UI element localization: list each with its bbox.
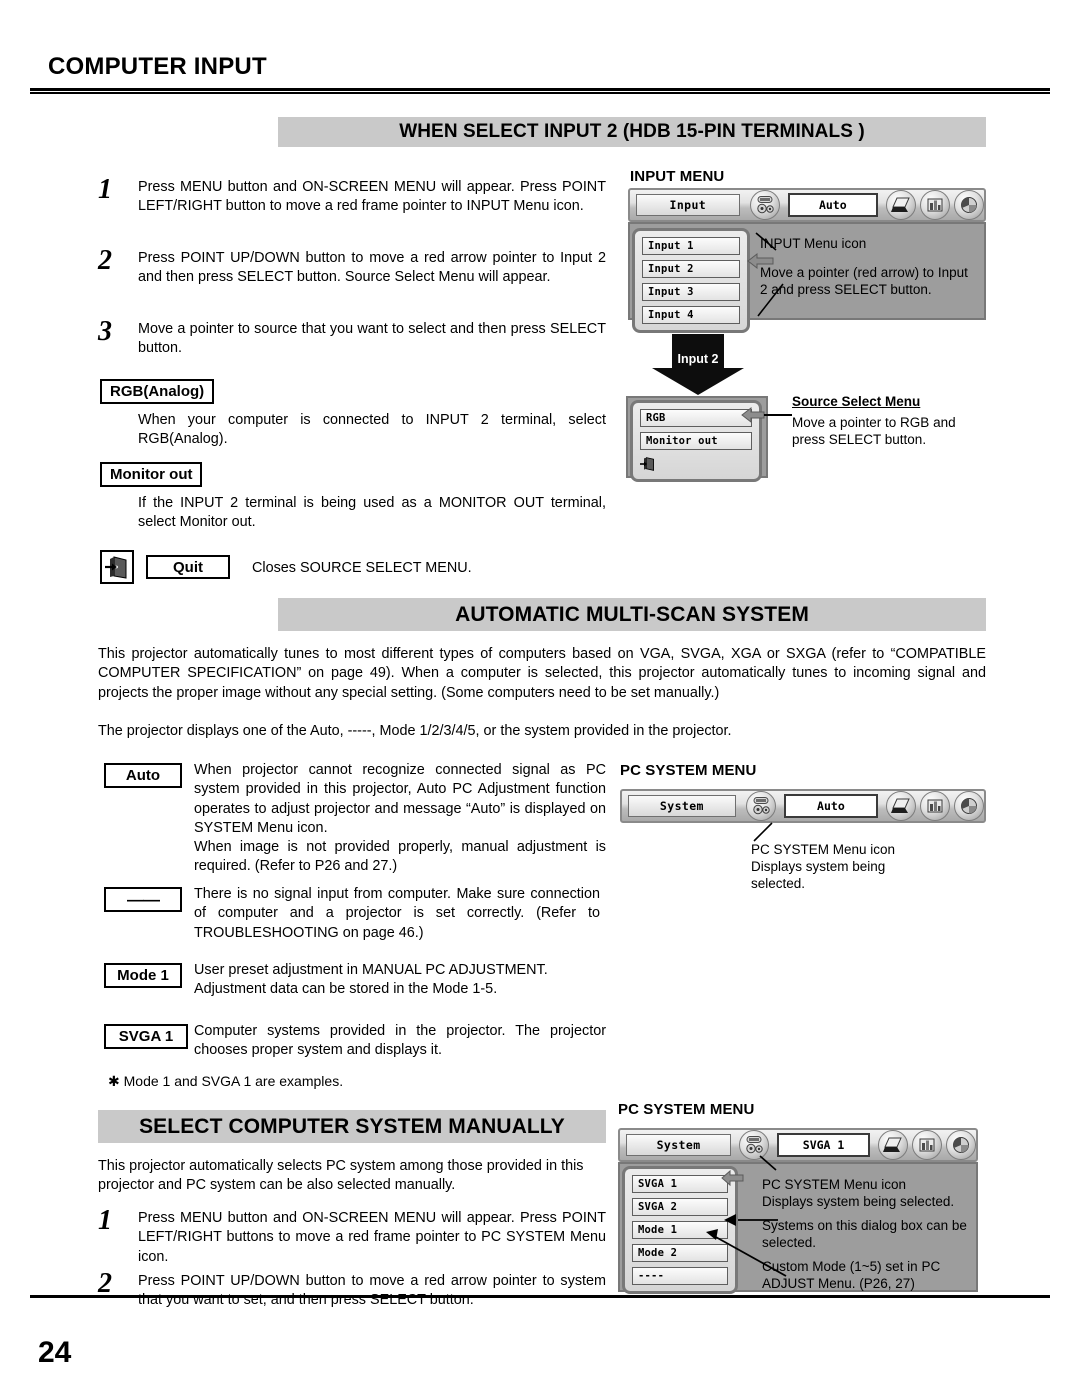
list-item[interactable]: Input 2 bbox=[642, 260, 740, 278]
no-signal-label: —— bbox=[104, 887, 182, 912]
system-tab-button[interactable]: System bbox=[628, 795, 736, 817]
step-text: Press MENU button and ON-SCREEN MENU wil… bbox=[138, 179, 606, 215]
section-header-manual: SELECT COMPUTER SYSTEM MANUALLY bbox=[98, 1110, 606, 1143]
step-text: Press POINT UP/DOWN button to move a red… bbox=[138, 1273, 606, 1309]
step-2-input2: 2 Press POINT UP/DOWN button to move a r… bbox=[98, 245, 606, 288]
source-select-callout-text: Move a pointer to RGB and press SELECT b… bbox=[792, 415, 956, 447]
input-tab-button[interactable]: Input bbox=[636, 194, 740, 216]
step-text: Move a pointer to source that you want t… bbox=[138, 321, 606, 357]
svga1-label: SVGA 1 bbox=[104, 1024, 188, 1049]
list-item[interactable]: Mode 2 bbox=[632, 1244, 728, 1262]
exit-door-icon[interactable] bbox=[640, 455, 752, 473]
list-item[interactable]: RGB bbox=[640, 409, 752, 427]
computer-input-icon[interactable] bbox=[749, 190, 780, 220]
section-header-input2: WHEN SELECT INPUT 2 (HDB 15-PIN TERMINAL… bbox=[278, 117, 986, 147]
title-divider bbox=[30, 88, 1050, 94]
input-menu-list: Input 1 Input 2 Input 3 Input 4 bbox=[632, 228, 750, 333]
image-adjust-icon[interactable] bbox=[912, 1130, 942, 1160]
list-item[interactable]: Input 4 bbox=[642, 306, 740, 324]
manual-intro: This projector automatically selects PC … bbox=[98, 1158, 584, 1194]
step-1-manual: 1 Press MENU button and ON-SCREEN MENU w… bbox=[98, 1205, 606, 1267]
input2-flow-arrow bbox=[650, 334, 746, 401]
color-wheel-icon[interactable] bbox=[946, 1130, 976, 1160]
monitor-out-text: If the INPUT 2 terminal is being used as… bbox=[138, 495, 606, 531]
input2-flow-label: Input 2 bbox=[677, 352, 719, 366]
auto-label: Auto bbox=[104, 763, 182, 788]
list-item[interactable]: Mode 1 bbox=[632, 1221, 728, 1239]
step-2-manual: 2 Press POINT UP/DOWN button to move a r… bbox=[98, 1268, 606, 1311]
no-signal-description: There is no signal input from computer. … bbox=[194, 886, 600, 941]
source-select-callout-title: Source Select Menu bbox=[792, 394, 921, 409]
page-number: 24 bbox=[38, 1336, 72, 1369]
system-value-button[interactable]: Auto bbox=[783, 794, 878, 818]
list-item[interactable]: ---- bbox=[632, 1267, 728, 1285]
autoscan-paragraph-1: This projector automatically tunes to mo… bbox=[98, 646, 986, 701]
laptop-icon[interactable] bbox=[886, 190, 916, 220]
step-number: 1 bbox=[98, 174, 112, 205]
step-number: 1 bbox=[98, 1205, 112, 1236]
list-item[interactable]: Input 3 bbox=[642, 283, 740, 301]
color-wheel-icon[interactable] bbox=[954, 791, 984, 821]
laptop-icon[interactable] bbox=[878, 1130, 908, 1160]
exit-door-icon bbox=[100, 550, 134, 584]
image-adjust-icon[interactable] bbox=[920, 791, 950, 821]
rgb-analog-label: RGB(Analog) bbox=[100, 379, 215, 404]
quit-label: Quit bbox=[146, 555, 230, 579]
system-value-button[interactable]: SVGA 1 bbox=[777, 1133, 870, 1157]
autoscan-paragraph-2: The projector displays one of the Auto, … bbox=[98, 723, 732, 739]
input-menu-pointer-callout: Move a pointer (red arrow) to Input 2 an… bbox=[760, 265, 968, 297]
step-1-input2: 1 Press MENU button and ON-SCREEN MENU w… bbox=[98, 174, 606, 217]
system-tab-button[interactable]: System bbox=[626, 1134, 732, 1156]
mode1-label: Mode 1 bbox=[104, 963, 182, 988]
pc-system-manual-title: PC SYSTEM MENU bbox=[618, 1101, 755, 1118]
pc-system-auto-bar: System Auto bbox=[620, 789, 986, 823]
computer-input-icon[interactable] bbox=[739, 1130, 770, 1160]
laptop-icon[interactable] bbox=[886, 791, 916, 821]
pc-system-manual-bar: System SVGA 1 bbox=[618, 1128, 978, 1162]
pc-system-manual-callout-2: Systems on this dialog box can be select… bbox=[762, 1218, 967, 1250]
footer-divider bbox=[30, 1295, 1050, 1298]
auto-description: When projector cannot recognize connecte… bbox=[194, 762, 606, 875]
pc-system-manual-callout-3: Custom Mode (1~5) set in PC ADJUST Menu.… bbox=[762, 1259, 941, 1291]
input-menu-icon-callout: INPUT Menu icon bbox=[760, 236, 867, 251]
list-item[interactable]: SVGA 1 bbox=[632, 1175, 728, 1193]
quit-description: Closes SOURCE SELECT MENU. bbox=[252, 560, 472, 576]
list-item[interactable]: SVGA 2 bbox=[632, 1198, 728, 1216]
section-header-autoscan: AUTOMATIC MULTI-SCAN SYSTEM bbox=[278, 598, 986, 631]
pc-system-auto-callout: PC SYSTEM Menu icon Displays system bein… bbox=[751, 842, 896, 891]
list-item[interactable]: Input 1 bbox=[642, 237, 740, 255]
page-title: COMPUTER INPUT bbox=[48, 53, 267, 80]
monitor-out-label: Monitor out bbox=[100, 462, 203, 487]
autoscan-footnote: ✱ Mode 1 and SVGA 1 are examples. bbox=[108, 1073, 344, 1089]
step-number: 3 bbox=[98, 316, 112, 347]
step-number: 2 bbox=[98, 245, 112, 276]
input-menu-bar: Input Auto bbox=[628, 188, 986, 222]
list-item[interactable]: Monitor out bbox=[640, 432, 752, 450]
step-text: Press POINT UP/DOWN button to move a red… bbox=[138, 250, 606, 286]
color-wheel-icon[interactable] bbox=[954, 190, 984, 220]
input-menu-title: INPUT MENU bbox=[630, 168, 725, 185]
svga1-description: Computer systems provided in the project… bbox=[194, 1023, 606, 1059]
step-3-input2: 3 Move a pointer to source that you want… bbox=[98, 316, 606, 359]
manual-page: COMPUTER INPUT WHEN SELECT INPUT 2 (HDB … bbox=[0, 0, 1080, 1397]
pc-system-manual-callout-1: PC SYSTEM Menu icon Displays system bein… bbox=[762, 1177, 955, 1209]
step-text: Press MENU button and ON-SCREEN MENU wil… bbox=[138, 1210, 606, 1265]
pc-system-manual-list: SVGA 1 SVGA 2 Mode 1 Mode 2 ---- bbox=[622, 1166, 738, 1294]
source-select-list: RGB Monitor out bbox=[630, 400, 762, 482]
mode1-description: User preset adjustment in MANUAL PC ADJU… bbox=[194, 962, 548, 998]
image-adjust-icon[interactable] bbox=[920, 190, 950, 220]
rgb-analog-text: When your computer is connected to INPUT… bbox=[138, 412, 606, 448]
pc-system-auto-title: PC SYSTEM MENU bbox=[620, 762, 757, 779]
computer-input-icon[interactable] bbox=[745, 791, 776, 821]
input-value-button[interactable]: Auto bbox=[787, 193, 878, 217]
